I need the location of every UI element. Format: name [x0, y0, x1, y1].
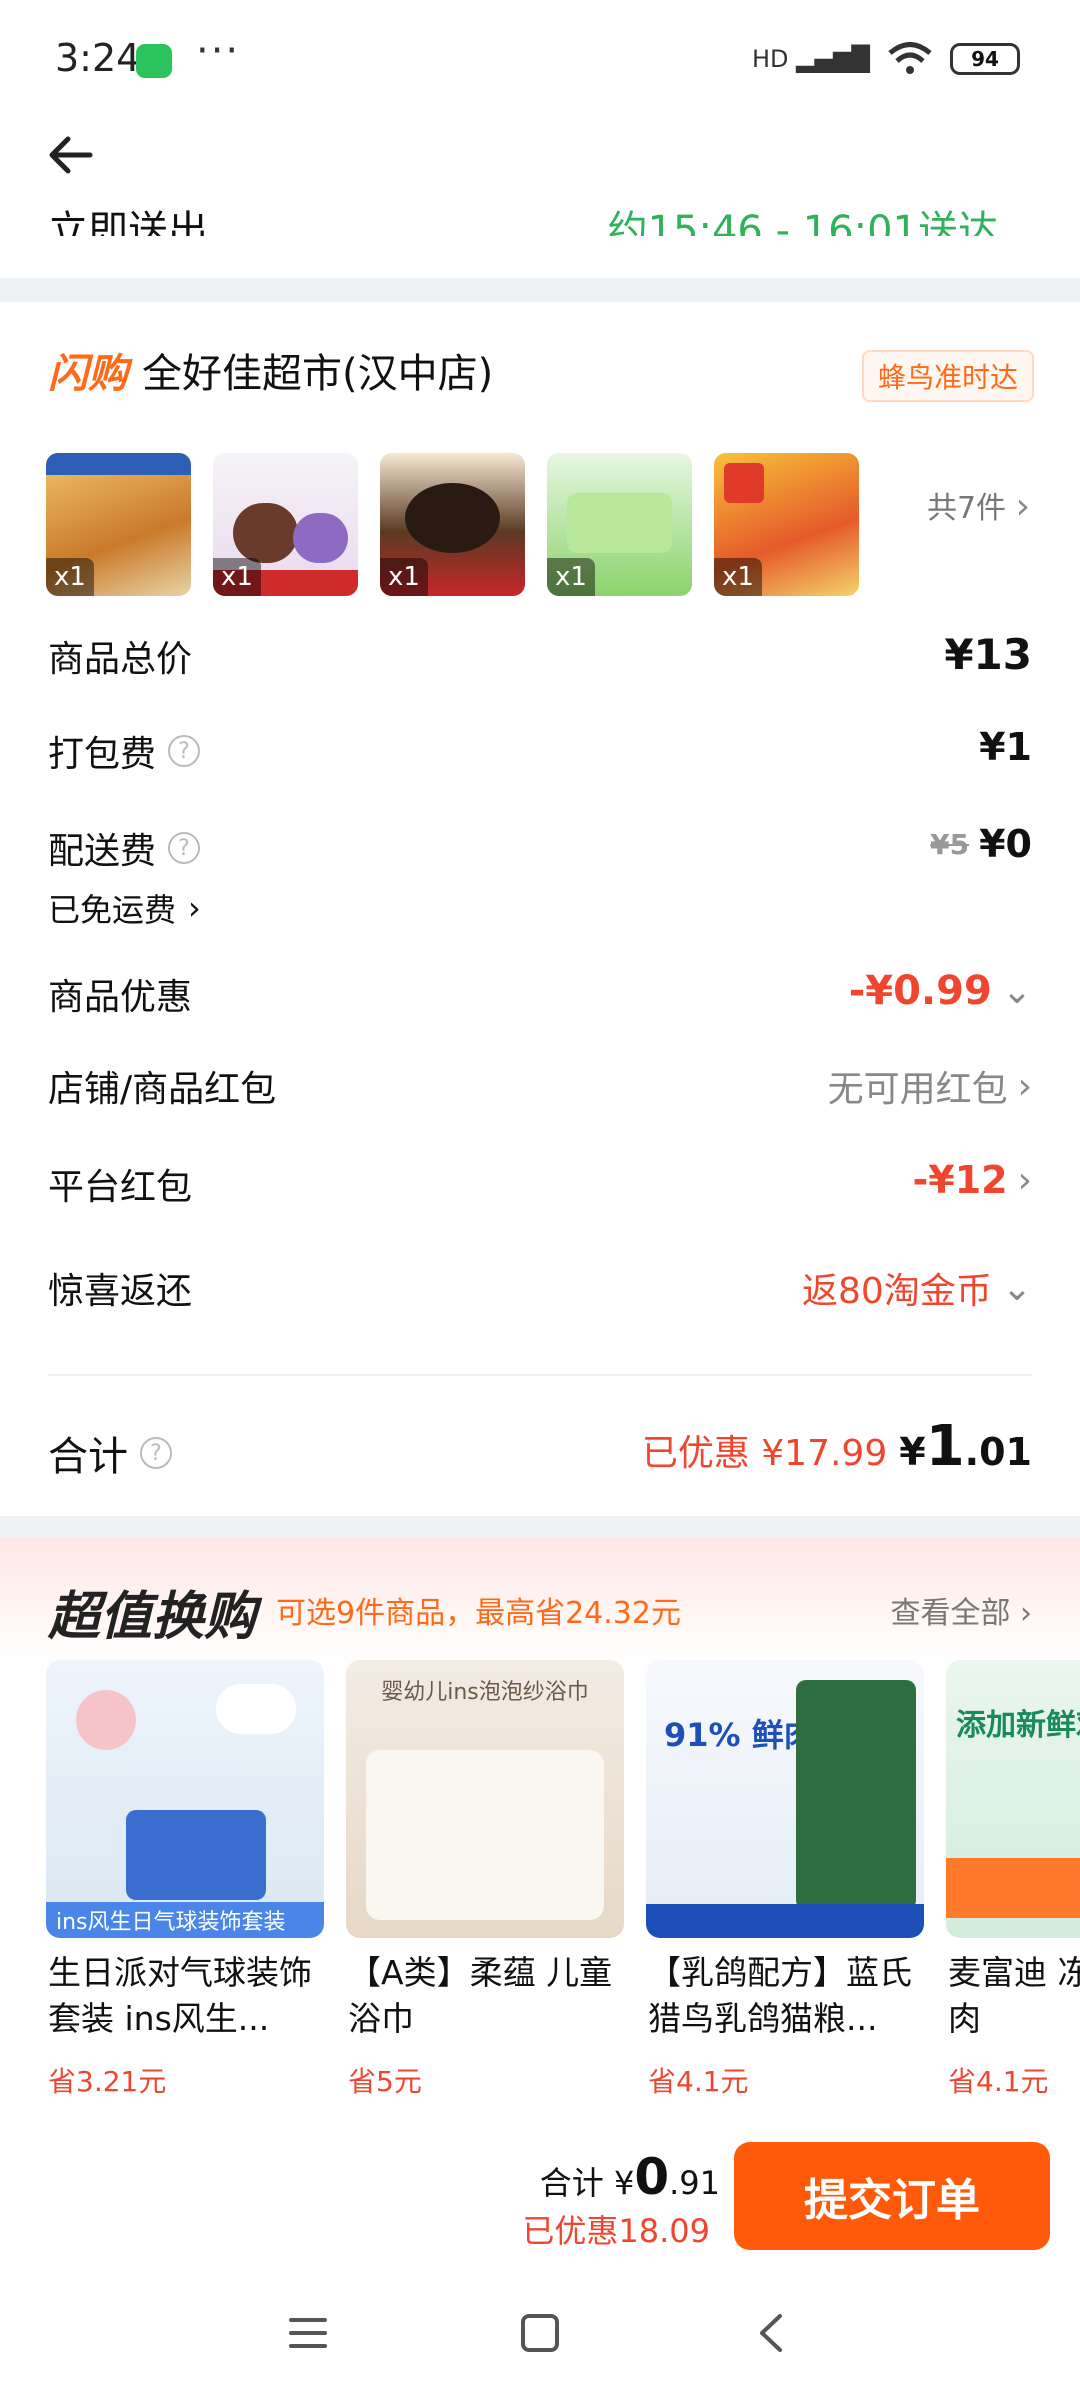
chevron-right-icon: ›: [1015, 486, 1030, 527]
surprise-return-row[interactable]: 惊喜返还 返80淘金币 ⌄: [48, 1262, 1032, 1322]
promo-card[interactable]: ins风生日气球装饰套装 生日派对气球装饰套装 ins风生... 省3.21元: [46, 1660, 324, 2120]
packing-fee-row: 打包费? ¥1: [48, 725, 1032, 775]
system-nav-bar: [0, 2268, 1080, 2400]
goods-discount-row[interactable]: 商品优惠 -¥0.99 ⌄: [48, 968, 1032, 1028]
exchange-purchase-section: 超值换购 可选9件商品，最高省24.32元 查看全部 › ins风生日气球装饰套…: [0, 1538, 1080, 2118]
signal-icon: HD ▂▄▆█: [752, 45, 870, 73]
product-thumbnail[interactable]: x1: [380, 453, 525, 596]
wechat-icon: [136, 44, 172, 78]
promo-card-save: 省4.1元: [648, 2065, 749, 2098]
platform-redpack-row[interactable]: 平台红包 -¥12 ›: [48, 1158, 1032, 1218]
delivery-time-row[interactable]: 立即送出 约15:46 - 16:01送达: [48, 198, 1038, 236]
chevron-right-icon: ›: [1017, 1159, 1032, 1201]
chevron-right-icon: ›: [188, 889, 201, 927]
help-icon[interactable]: ?: [168, 735, 201, 767]
status-time: 3:24: [55, 36, 141, 80]
delivery-mode: 立即送出: [48, 208, 208, 236]
checkout-bar: 合计 ¥0.91 已优惠18.09 提交订单: [0, 2118, 1080, 2268]
home-icon[interactable]: [515, 2308, 565, 2358]
help-icon[interactable]: ?: [140, 1437, 172, 1469]
promo-card-title: 麦富迪 冻干内含鸡肉: [948, 1953, 1080, 2038]
promo-card-save: 省3.21元: [48, 2065, 167, 2098]
chevron-right-icon: ›: [1017, 1065, 1032, 1107]
menu-icon[interactable]: [283, 2308, 333, 2358]
chevron-down-icon: ⌄: [1001, 970, 1032, 1012]
checkout-total: 合计 ¥0.91: [539, 2148, 720, 2206]
goods-thumbnails[interactable]: x1 x1 x1 x1 x1 共7件 ›: [46, 453, 1036, 598]
promo-card[interactable]: 婴幼儿ins泡泡纱浴巾 【A类】柔蕴 儿童浴巾 110*110cm... 省5元: [346, 1660, 624, 2120]
promo-card-title: 生日派对气球装饰套装 ins风生...: [48, 1953, 312, 2038]
more-dots-icon: ···: [196, 28, 241, 74]
delivery-time: 约15:46 - 16:01送达: [607, 208, 998, 236]
battery-icon: 94: [950, 43, 1020, 75]
section-divider: [0, 1516, 1080, 1538]
store-name: 全好佳超市(汉中店): [142, 351, 494, 397]
goods-total-row: 商品总价 ¥13: [48, 630, 1032, 680]
flash-buy-logo: 闪购: [48, 351, 128, 397]
order-total-row: 合计 ? 已优惠 ¥17.99 ¥1.01: [48, 1414, 1032, 1480]
promo-card-title: 【A类】柔蕴 儿童浴巾 110*110cm...: [348, 1953, 613, 2038]
divider: [48, 1374, 1032, 1376]
delivery-fee-row: 配送费? ¥5 ¥0: [48, 822, 1032, 872]
promo-card-save: 省4.1元: [948, 2065, 1049, 2098]
store-header: 闪购 全好佳超市(汉中店) 蜂鸟准时达: [48, 340, 1038, 402]
help-icon[interactable]: ?: [168, 832, 201, 864]
product-thumbnail[interactable]: x1: [46, 453, 191, 596]
product-thumbnail[interactable]: x1: [547, 453, 692, 596]
checkout-discount: 已优惠18.09: [522, 2212, 710, 2250]
wifi-icon: [888, 42, 932, 74]
promo-title: 超值换购: [48, 1587, 257, 1647]
promo-cards: ins风生日气球装饰套装 生日派对气球装饰套装 ins风生... 省3.21元 …: [46, 1660, 1080, 2120]
back-arrow-icon[interactable]: [42, 125, 102, 185]
product-thumbnail[interactable]: x1: [714, 453, 859, 596]
status-bar: 3:24 ··· HD ▂▄▆█ 94: [0, 0, 1080, 125]
promo-card-title: 【乳鸽配方】蓝氏猎鸟乳鸽猫粮...: [648, 1953, 912, 2038]
promo-card[interactable]: 添加新鲜鸡肉冻干 麦富迪 冻干内含鸡肉 省4.1元: [946, 1660, 1080, 2120]
free-delivery-link[interactable]: 已免运费 ›: [48, 885, 1032, 945]
chevron-down-icon: ⌄: [1001, 1267, 1032, 1309]
goods-count-link[interactable]: 共7件 ›: [927, 483, 1030, 527]
submit-order-button[interactable]: 提交订单: [734, 2142, 1050, 2250]
promo-card-save: 省5元: [348, 2065, 422, 2098]
back-icon[interactable]: [748, 2308, 798, 2358]
product-thumbnail[interactable]: x1: [213, 453, 358, 596]
promo-subtitle: 可选9件商品，最高省24.32元: [276, 1596, 681, 1631]
chevron-right-icon: ›: [1020, 1596, 1032, 1631]
section-divider: [0, 278, 1080, 302]
store-redpack-row[interactable]: 店铺/商品红包 无可用红包 ›: [48, 1060, 1032, 1120]
promo-card[interactable]: 91% 鲜肉含量 【乳鸽配方】蓝氏猎鸟乳鸽猫粮... 省4.1元: [646, 1660, 924, 2120]
view-all-link[interactable]: 查看全部 ›: [890, 1588, 1032, 1632]
delivery-tag: 蜂鸟准时达: [861, 350, 1034, 402]
